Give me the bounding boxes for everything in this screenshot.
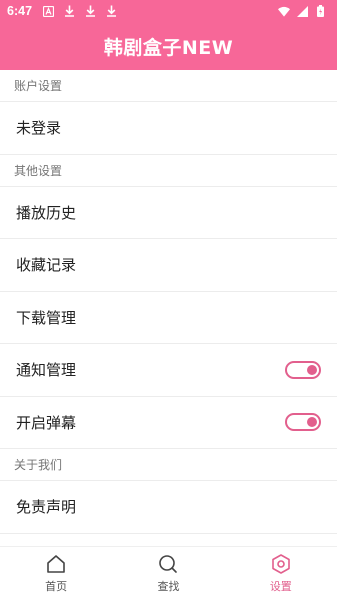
wifi-icon: [278, 5, 290, 17]
favorites-label: 收藏记录: [16, 256, 77, 275]
nav-home[interactable]: 首页: [0, 547, 112, 600]
nav-home-label: 首页: [45, 580, 68, 593]
download-icon: [105, 5, 117, 17]
notifications-toggle[interactable]: [285, 360, 321, 379]
download-icon: [63, 5, 75, 17]
danmaku-toggle[interactable]: [285, 413, 321, 432]
login-row[interactable]: 未登录: [0, 102, 337, 155]
section-header-account: 账户设置: [0, 70, 337, 102]
section-header-other: 其他设置: [0, 154, 337, 187]
toggle-knob: [307, 364, 317, 375]
history-label: 播放历史: [16, 203, 77, 222]
nav-settings[interactable]: 设置: [225, 547, 337, 600]
notifications-label: 通知管理: [16, 361, 77, 380]
battery-icon: [314, 5, 326, 17]
disclaimer-label: 免责声明: [16, 498, 77, 517]
search-icon: [159, 555, 178, 573]
danmaku-label: 开启弹幕: [16, 413, 77, 432]
status-time: 6:47: [7, 4, 33, 18]
disclaimer-row[interactable]: 免责声明: [0, 481, 337, 534]
signal-icon: [296, 5, 308, 17]
home-icon: [47, 555, 65, 573]
settings-list: 账户设置 未登录 其他设置 播放历史 收藏记录 下载管理 通知管理 开启弹幕 关…: [0, 70, 337, 546]
status-bar: 6:47: [0, 0, 337, 22]
bottom-nav: 首页 查找 设置: [0, 546, 337, 600]
settings-hexagon-icon: [272, 554, 290, 574]
section-header-about: 关于我们: [0, 449, 337, 481]
nav-search-label: 查找: [157, 580, 180, 593]
nav-search[interactable]: 查找: [112, 547, 224, 600]
download-icon: [84, 5, 96, 17]
favorites-row[interactable]: 收藏记录: [0, 239, 337, 292]
toggle-knob: [307, 417, 317, 428]
app-bar: 韩剧盒子NEW: [0, 22, 337, 70]
login-label: 未登录: [16, 119, 62, 138]
a-box-icon: [42, 5, 54, 17]
app-title: 韩剧盒子NEW: [103, 36, 234, 59]
downloads-label: 下载管理: [16, 308, 77, 327]
downloads-row[interactable]: 下载管理: [0, 292, 337, 344]
danmaku-row: 开启弹幕: [0, 397, 337, 449]
history-row[interactable]: 播放历史: [0, 187, 337, 239]
notifications-row: 通知管理: [0, 344, 337, 397]
nav-settings-label: 设置: [269, 580, 292, 593]
status-right-icons: [276, 5, 330, 17]
